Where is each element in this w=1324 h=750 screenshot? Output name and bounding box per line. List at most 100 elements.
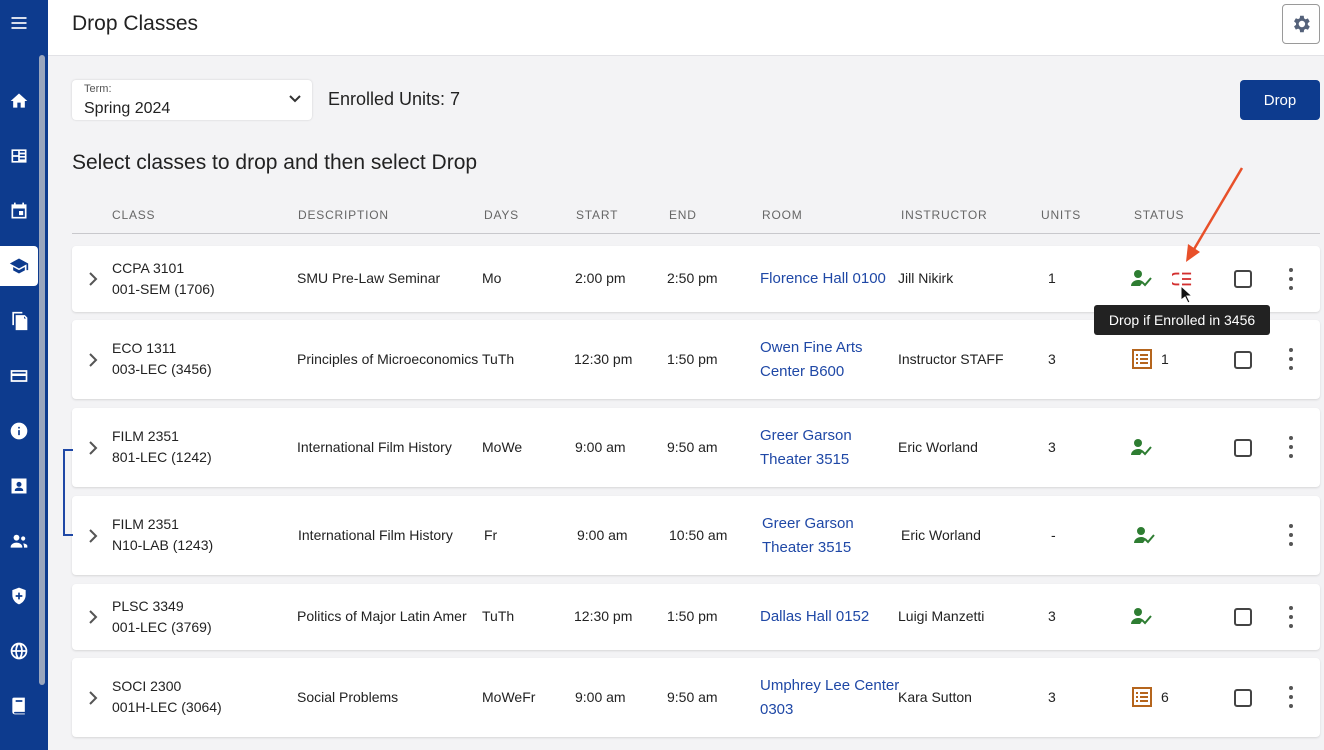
- instructor-cell: Kara Sutton: [898, 689, 972, 705]
- drop-checkbox[interactable]: [1234, 270, 1252, 288]
- col-header-instructor: INSTRUCTOR: [901, 208, 988, 222]
- chevron-right-icon[interactable]: [88, 610, 98, 624]
- class-cell: FILM 2351 N10-LAB (1243): [112, 514, 213, 556]
- room-line: Owen Fine Arts: [760, 339, 863, 356]
- start-cell: 9:00 am: [575, 439, 626, 455]
- page-title: Drop Classes: [72, 12, 199, 35]
- units-cell: 1: [1048, 270, 1056, 286]
- enrolled-icon: [1131, 439, 1152, 456]
- days-cell: TuTh: [482, 351, 515, 367]
- room-line: Theater 3515: [762, 539, 852, 556]
- room-link[interactable]: Greer Garson Theater 3515: [760, 424, 852, 472]
- header-divider: [72, 233, 1320, 234]
- instructor-cell: Luigi Manzetti: [898, 608, 985, 624]
- room-line: Greer Garson: [760, 427, 852, 444]
- room-line: Greer Garson: [762, 515, 854, 532]
- class-cell: SOCI 2300 001H-LEC (3064): [112, 676, 222, 718]
- start-cell: 9:00 am: [575, 689, 626, 705]
- chevron-right-icon[interactable]: [88, 691, 98, 705]
- more-options-icon[interactable]: [1288, 348, 1294, 370]
- room-link[interactable]: Owen Fine Arts Center B600: [760, 336, 863, 384]
- table-row: SOCI 2300 001H-LEC (3064) Social Problems…: [72, 658, 1320, 737]
- more-options-icon[interactable]: [1288, 606, 1294, 628]
- table-row: CCPA 3101 001-SEM (1706) SMU Pre-Law Semi…: [72, 246, 1320, 312]
- sidebar: [0, 0, 48, 750]
- header: Drop Classes: [48, 0, 1324, 56]
- drop-button[interactable]: Drop: [1240, 80, 1320, 120]
- col-header-status: STATUS: [1134, 208, 1185, 222]
- chevron-right-icon[interactable]: [88, 441, 98, 455]
- waitlist-icon: [1132, 349, 1152, 369]
- tooltip: Drop if Enrolled in 3456: [1094, 305, 1270, 335]
- class-code: ECO 1311: [112, 340, 177, 356]
- calendar-icon[interactable]: [0, 191, 38, 231]
- globe-icon[interactable]: [0, 631, 38, 671]
- end-cell: 2:50 pm: [667, 270, 718, 286]
- description-cell: Social Problems: [297, 689, 399, 705]
- room-link[interactable]: Florence Hall 0100: [760, 267, 886, 291]
- instructor-cell: Instructor STAFF: [898, 351, 1004, 367]
- room-line: Center B600: [760, 363, 845, 380]
- more-options-icon[interactable]: [1288, 686, 1294, 708]
- class-section: 003-LEC (3456): [112, 361, 212, 377]
- class-section: 001-LEC (3769): [112, 619, 212, 635]
- instructions-heading: Select classes to drop and then select D…: [72, 151, 478, 174]
- chevron-right-icon[interactable]: [88, 529, 98, 543]
- drop-checkbox[interactable]: [1234, 608, 1252, 626]
- more-options-icon[interactable]: [1288, 524, 1294, 546]
- drop-checkbox[interactable]: [1234, 689, 1252, 707]
- days-cell: MoWe: [482, 439, 523, 455]
- people-icon[interactable]: [0, 521, 38, 561]
- menu-icon[interactable]: [0, 3, 38, 43]
- units-cell: 3: [1048, 439, 1056, 455]
- annotation-arrow-icon: [1186, 167, 1244, 262]
- room-link[interactable]: Greer Garson Theater 3515: [762, 512, 854, 560]
- class-code: FILM 2351: [112, 516, 179, 532]
- end-cell: 10:50 am: [669, 527, 728, 543]
- class-section: 801-LEC (1242): [112, 449, 212, 465]
- room-link[interactable]: Umphrey Lee Center 0303: [760, 674, 899, 722]
- chevron-right-icon[interactable]: [88, 272, 98, 286]
- days-cell: TuTh: [482, 608, 515, 624]
- more-options-icon[interactable]: [1288, 268, 1294, 290]
- instructor-cell: Eric Worland: [901, 527, 981, 543]
- waitlist-position: 6: [1161, 689, 1169, 705]
- units-cell: 3: [1048, 608, 1056, 624]
- room-link[interactable]: Dallas Hall 0152: [760, 605, 869, 629]
- col-header-class: CLASS: [112, 208, 156, 222]
- more-options-icon[interactable]: [1288, 436, 1294, 458]
- dashboard-icon[interactable]: [0, 136, 38, 176]
- chevron-right-icon[interactable]: [88, 353, 98, 367]
- class-code: FILM 2351: [112, 428, 179, 444]
- room-line: Theater 3515: [760, 451, 850, 468]
- info-icon[interactable]: [0, 411, 38, 451]
- credit-card-icon[interactable]: [0, 356, 38, 396]
- description-cell: International Film History: [297, 439, 452, 455]
- book-icon[interactable]: [0, 686, 38, 726]
- term-value: Spring 2024: [84, 100, 171, 117]
- instructor-cell: Eric Worland: [898, 439, 978, 455]
- units-cell: -: [1051, 527, 1056, 543]
- linked-sections-bracket: [63, 449, 73, 536]
- id-card-icon[interactable]: [0, 466, 38, 506]
- home-icon[interactable]: [0, 81, 38, 121]
- units-cell: 3: [1048, 351, 1056, 367]
- description-cell: SMU Pre-Law Seminar: [297, 270, 441, 286]
- sidebar-scrollbar[interactable]: [39, 55, 45, 685]
- term-label: Term:: [84, 83, 112, 95]
- col-header-units: UNITS: [1041, 208, 1081, 222]
- settings-button[interactable]: [1282, 4, 1320, 44]
- drop-checkbox[interactable]: [1234, 439, 1252, 457]
- enrolled-icon: [1134, 527, 1155, 544]
- term-select[interactable]: Term: Spring 2024: [72, 80, 312, 120]
- drop-checkbox[interactable]: [1234, 351, 1252, 369]
- start-cell: 12:30 pm: [574, 608, 633, 624]
- graduation-cap-icon[interactable]: [0, 246, 38, 286]
- description-cell: Politics of Major Latin Amer: [297, 608, 467, 624]
- units-cell: 3: [1048, 689, 1056, 705]
- documents-icon[interactable]: [0, 301, 38, 341]
- class-section: N10-LAB (1243): [112, 537, 214, 553]
- gear-icon: [1294, 15, 1310, 33]
- table-row: PLSC 3349 001-LEC (3769) Politics of Majo…: [72, 584, 1320, 650]
- shield-icon[interactable]: [0, 576, 38, 616]
